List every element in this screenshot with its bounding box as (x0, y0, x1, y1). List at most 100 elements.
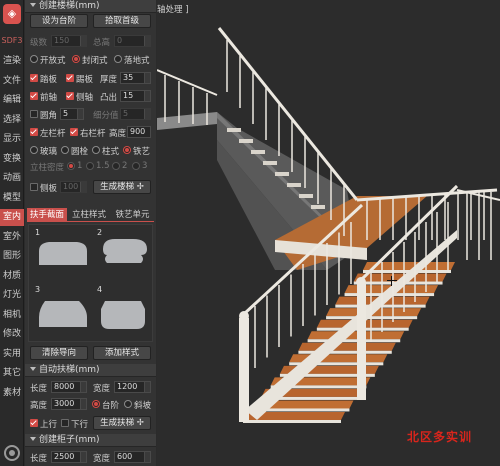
tab-handrail-section[interactable]: 扶手截面 (27, 208, 67, 222)
collapse-caret-icon (30, 3, 36, 7)
segments-input[interactable]: 5 (120, 108, 151, 120)
mode-step-radio[interactable] (92, 400, 100, 408)
escalator-length-input[interactable]: 8000 (51, 381, 87, 393)
mode-slope-radio[interactable] (124, 400, 132, 408)
step-count-label: 级数 (30, 38, 48, 48)
lower-step-tread (298, 342, 396, 351)
round-corner-input[interactable]: 5 (60, 108, 84, 120)
rail-tab-5[interactable]: 变换 (0, 151, 24, 168)
rail-tab-16[interactable]: 其它 (0, 365, 24, 382)
landing-handrail (157, 69, 218, 96)
tool-rail: ◈ SDF3 渲染 文件 编辑 选择 显示 变换 动画 模型 室内 室外 图形 材质 灯光 相机 修改 实用其… (0, 0, 24, 466)
create-stairs-button[interactable]: 生成楼梯 ✢ (93, 180, 151, 194)
density-1-5-radio[interactable] (86, 162, 94, 170)
app-logo-icon: ◈ (3, 4, 21, 24)
escalator-height-input[interactable]: 3000 (51, 398, 87, 410)
density-1-radio[interactable] (67, 162, 75, 170)
3d-viewport[interactable]: 轴处理 ] 北区多实训 (157, 0, 500, 466)
riser-label: 踢板 (76, 75, 94, 85)
rail-tab-11[interactable]: 材质 (0, 268, 24, 285)
collapse-caret-icon (30, 367, 36, 371)
cabinet-width-label: 宽度 (93, 454, 111, 464)
front-axle-checkbox[interactable] (30, 92, 38, 100)
density-2-radio[interactable] (112, 162, 120, 170)
rail-tab-15[interactable]: 实用 (0, 346, 24, 363)
rail-tab-14[interactable]: 修改 (0, 326, 24, 343)
side-axle-checkbox[interactable] (66, 92, 74, 100)
lower-step-riser (243, 420, 341, 423)
total-height-input[interactable]: 0 (114, 35, 151, 47)
create-escalator-button[interactable]: 生成扶梯 ✢ (93, 416, 151, 430)
escalator-width-input[interactable]: 1200 (114, 381, 151, 393)
rail-pillar-radio[interactable] (92, 146, 100, 154)
rail-round-radio[interactable] (61, 146, 69, 154)
escalator-length-label: 长度 (30, 384, 48, 394)
thickness-label: 厚度 (100, 75, 118, 85)
rail-tab-13[interactable]: 相机 (0, 307, 24, 324)
side-plate-input[interactable]: 100 (60, 181, 87, 193)
mode-step-label: 台阶 (102, 401, 120, 411)
riser-checkbox[interactable] (66, 74, 74, 82)
section-escalator[interactable]: 自动扶梯(mm) (25, 364, 156, 377)
lower-step-tread (307, 331, 405, 340)
left-rail-checkbox[interactable] (30, 128, 38, 136)
upper-step (227, 128, 241, 132)
section-create-stairs[interactable]: 创建楼梯(mm) (25, 0, 156, 13)
rail-iron-radio[interactable] (123, 146, 131, 154)
upper-step (263, 161, 277, 165)
type-open-radio[interactable] (30, 55, 38, 63)
density-1-label: 1 (77, 161, 83, 171)
type-closed-label: 封闭式 (82, 56, 108, 66)
right-rail-label: 右栏杆 (80, 129, 106, 139)
rail-tab-3[interactable]: 选择 (0, 112, 24, 129)
set-step-button[interactable]: 设为台阶 (30, 14, 88, 28)
rail-tab-6[interactable]: 动画 (0, 170, 24, 187)
tread-checkbox[interactable] (30, 74, 38, 82)
section-cabinet[interactable]: 创建柜子(mm) (25, 434, 156, 447)
rail-tab-17[interactable]: 素材 (0, 385, 24, 402)
rail-tab-12[interactable]: 灯光 (0, 287, 24, 304)
rail-iron-label: 铁艺 (133, 147, 151, 157)
rail-tab-1[interactable]: 文件 (0, 73, 24, 90)
density-3-radio[interactable] (132, 162, 140, 170)
rail-tab-4[interactable]: 显示 (0, 131, 24, 148)
cabinet-width-input[interactable]: 600 (114, 451, 151, 463)
rail-tab-2[interactable]: 编辑 (0, 92, 24, 109)
up-direction-checkbox[interactable] (30, 419, 38, 427)
type-floor-label: 落地式 (124, 56, 150, 66)
add-style-button[interactable]: 添加样式 (93, 346, 151, 360)
upper-step (251, 150, 265, 154)
rail-tab-7[interactable]: 模型 (0, 190, 24, 207)
upper-step (299, 194, 313, 198)
tab-iron-unit[interactable]: 铁艺单元 (111, 208, 154, 222)
rail-tab-9[interactable]: 室外 (0, 229, 24, 246)
rail-height-input[interactable]: 900 (127, 126, 151, 138)
total-height-label: 总高 (93, 38, 111, 48)
density-2-label: 2 (122, 161, 128, 171)
down-direction-checkbox[interactable] (61, 419, 69, 427)
escalator-width-label: 宽度 (93, 384, 111, 394)
protrude-input[interactable]: 15 (120, 90, 151, 102)
thickness-input[interactable]: 35 (120, 72, 151, 84)
type-closed-radio[interactable] (72, 55, 80, 63)
upper-step (311, 205, 325, 209)
profile-2-shape (103, 239, 147, 263)
right-rail-checkbox[interactable] (70, 128, 78, 136)
rail-tab-10[interactable]: 图形 (0, 248, 24, 265)
clear-guide-button[interactable]: 清除导向 (30, 346, 88, 360)
side-axle-label: 侧轴 (76, 93, 94, 103)
pick-first-step-button[interactable]: 拾取首级 (93, 14, 151, 28)
pin-icon: ✢ (136, 182, 144, 192)
rail-glass-label: 玻璃 (40, 147, 58, 157)
rail-tab-0[interactable]: 渲染 (0, 53, 24, 70)
side-plate-checkbox[interactable] (30, 183, 38, 191)
cabinet-length-input[interactable]: 2500 (51, 451, 87, 463)
rail-glass-radio[interactable] (30, 146, 38, 154)
tab-post-style[interactable]: 立柱样式 (69, 208, 109, 222)
step-count-input[interactable]: 150 (51, 35, 87, 47)
rail-tab-8[interactable]: 室内 (0, 209, 24, 226)
type-floor-radio[interactable] (114, 55, 122, 63)
gear-icon[interactable] (4, 445, 20, 461)
round-corner-checkbox[interactable] (30, 110, 38, 118)
profile-shapes (39, 239, 147, 329)
